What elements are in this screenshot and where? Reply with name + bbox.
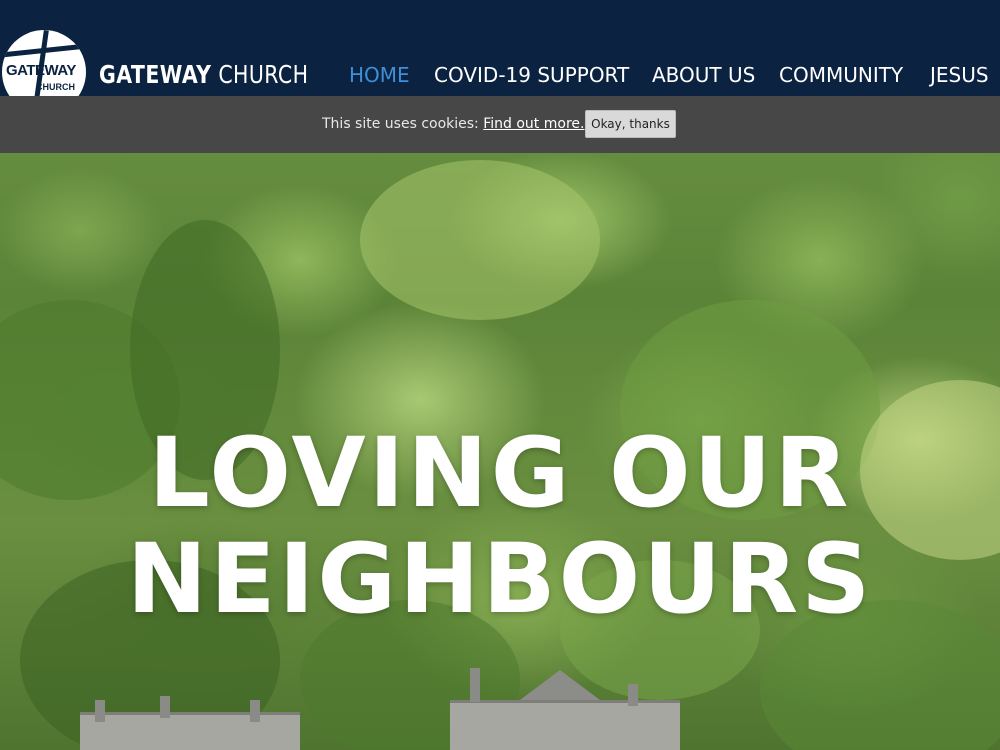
house [450,700,680,750]
main-navigation: HOME COVID-19 SUPPORT ABOUT US COMMUNITY… [0,61,1000,91]
cookie-accept-button[interactable]: Okay, thanks [585,110,676,138]
cookie-message-text: This site uses cookies: [322,116,479,132]
cookie-banner: This site uses cookies: Find out more. O… [0,96,1000,153]
hero-title-line2: NEIGHBOURS [126,523,874,635]
nav-item-jesus[interactable]: JESUS [930,61,989,89]
house-chimney [470,668,480,702]
cookie-find-out-more-link[interactable]: Find out more. [483,116,584,132]
house [80,712,300,750]
nav-item-covid-19-support[interactable]: COVID-19 SUPPORT [434,61,629,89]
hero-title: LOVING OUR NEIGHBOURS [0,420,1000,632]
hero-title-line1: LOVING OUR [148,417,852,529]
site-header: GATEWAY CHURCH GATEWAY CHURCH HOME COVID… [0,0,1000,114]
nav-item-community[interactable]: COMMUNITY [779,61,903,89]
nav-item-about-us[interactable]: ABOUT US [652,61,755,89]
nav-item-home[interactable]: HOME [349,61,410,89]
tree-canopy [360,160,600,320]
house-chimney [628,684,638,706]
house-roof [520,670,600,700]
cookie-message: This site uses cookies: Find out more. [322,116,584,132]
house-chimney [160,696,170,718]
house-chimney [95,700,105,722]
house-chimney [250,700,260,722]
